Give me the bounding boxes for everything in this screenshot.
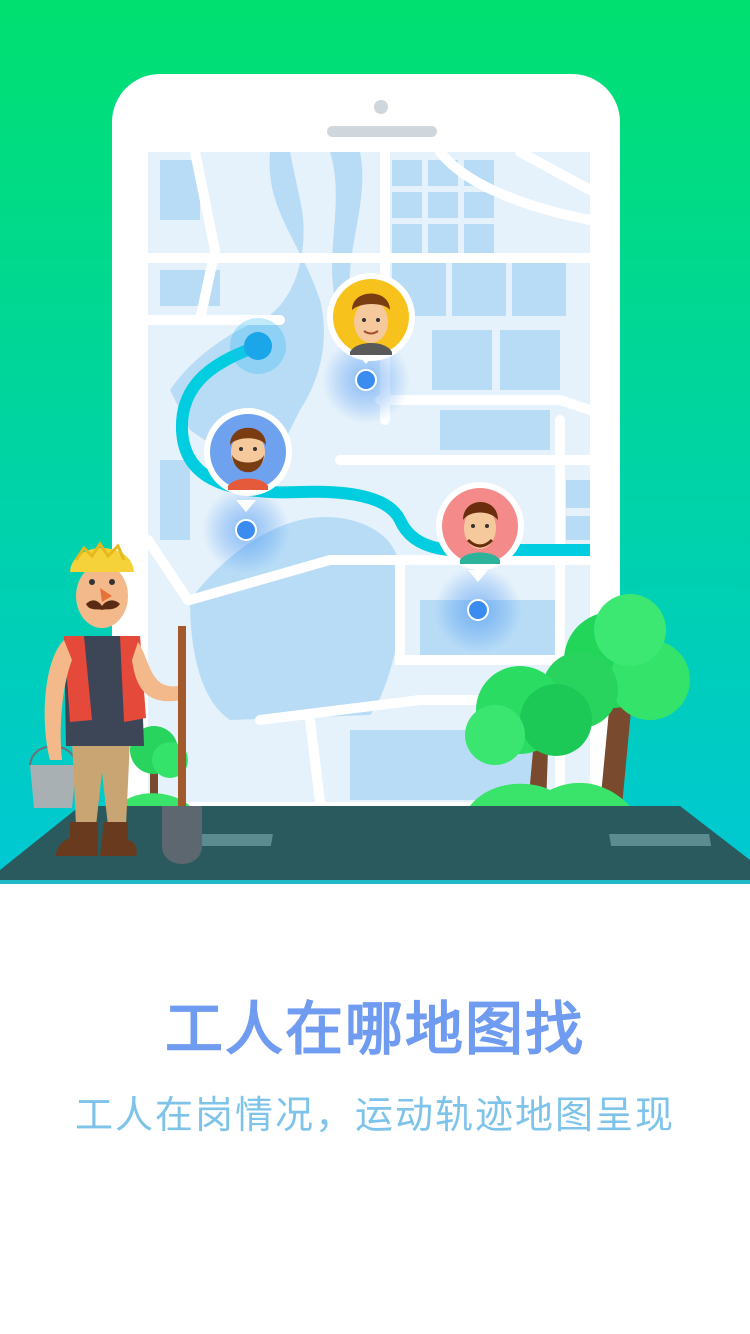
worker-marker-1[interactable] <box>322 273 415 424</box>
page-subtitle: 工人在岗情况，运动轨迹地图呈现 <box>74 1093 675 1137</box>
hero-illustration <box>0 0 750 884</box>
page-title: 工人在哪地图找 <box>164 995 585 1063</box>
